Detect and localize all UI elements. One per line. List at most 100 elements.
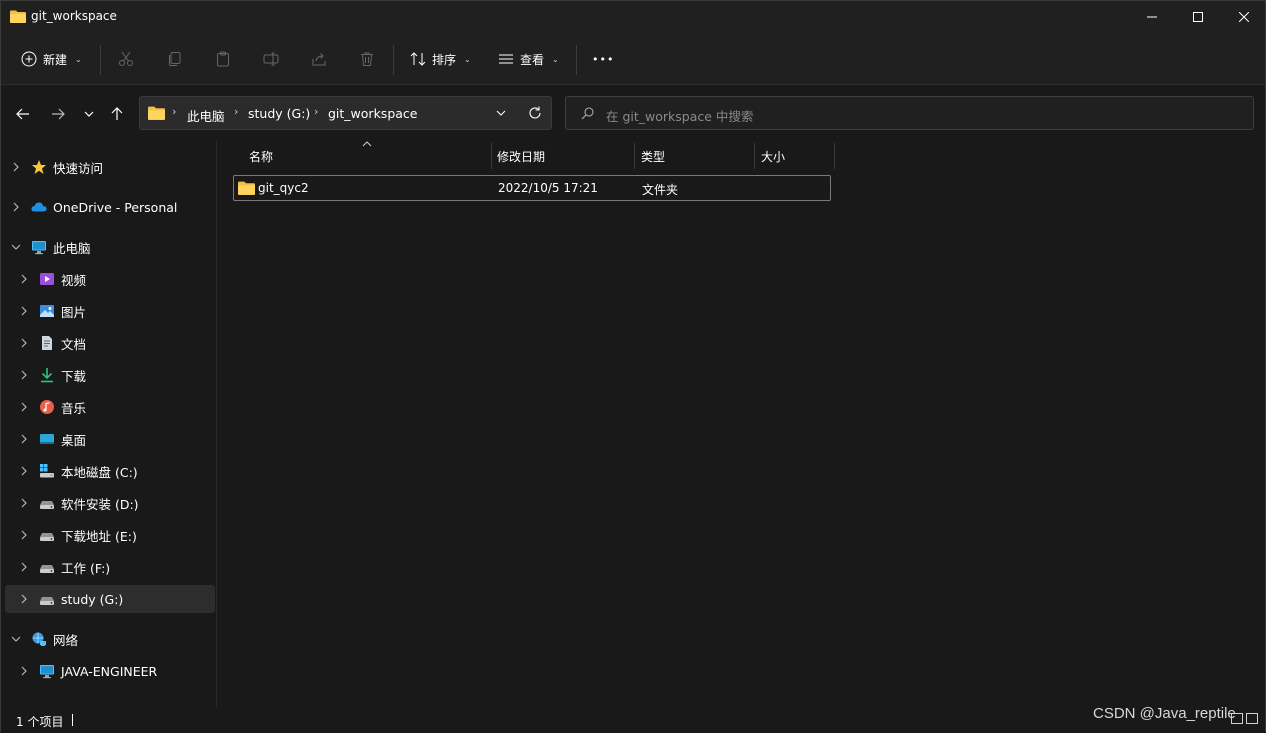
sidebar-item-label: 快速访问 — [53, 160, 104, 176]
breadcrumb-separator: › — [234, 105, 239, 118]
status-divider — [72, 714, 73, 726]
sidebar-item[interactable]: study (G:) — [5, 585, 215, 613]
view-list-icon — [499, 54, 513, 64]
chevron-right-icon[interactable] — [19, 306, 29, 316]
cut-button[interactable] — [118, 45, 134, 73]
folder-icon — [148, 106, 165, 120]
chevron-down-icon[interactable] — [11, 242, 21, 252]
recent-locations-button[interactable] — [77, 103, 101, 125]
navigation-row: › 此电脑 › study (G:) › git_workspace 在 git… — [1, 85, 1265, 141]
forward-button[interactable] — [46, 103, 70, 125]
file-name: git_qyc2 — [258, 181, 309, 195]
music-icon — [39, 399, 55, 415]
breadcrumb-study-drive[interactable]: study (G:) — [248, 106, 310, 121]
rename-button[interactable] — [263, 45, 279, 73]
sidebar-item-label: 桌面 — [61, 432, 87, 448]
chevron-right-icon[interactable] — [19, 466, 29, 476]
sidebar-item[interactable]: 此电脑 — [5, 233, 215, 261]
column-divider[interactable] — [834, 143, 835, 169]
cloud-icon — [31, 199, 47, 215]
chevron-right-icon[interactable] — [19, 370, 29, 380]
sidebar-item-label: study (G:) — [61, 591, 124, 607]
column-header-name[interactable]: 名称 — [249, 143, 273, 169]
chevron-right-icon[interactable] — [19, 530, 29, 540]
column-divider[interactable] — [634, 143, 635, 169]
column-divider[interactable] — [491, 143, 492, 169]
breadcrumb-git-workspace[interactable]: git_workspace — [328, 106, 417, 121]
more-options-button[interactable]: ••• — [592, 45, 614, 73]
sidebar-item[interactable]: 本地磁盘 (C:) — [5, 457, 215, 485]
watermark-text: CSDN @Java_reptile — [1093, 705, 1236, 722]
chevron-right-icon[interactable] — [19, 666, 29, 676]
sidebar-item[interactable]: 文档 — [5, 329, 215, 357]
address-bar[interactable]: › 此电脑 › study (G:) › git_workspace — [139, 96, 552, 130]
rename-icon — [263, 52, 279, 66]
chevron-down-icon[interactable] — [11, 634, 21, 644]
minimize-button[interactable] — [1129, 1, 1175, 33]
sidebar-item[interactable]: JAVA-ENGINEER — [5, 657, 215, 685]
maximize-button[interactable] — [1175, 1, 1221, 33]
sidebar-item-label: OneDrive - Personal — [53, 199, 178, 215]
chevron-right-icon[interactable] — [19, 562, 29, 572]
back-button[interactable] — [11, 103, 35, 125]
up-button[interactable] — [105, 103, 129, 125]
share-button[interactable] — [311, 45, 327, 73]
sidebar-item[interactable]: 视频 — [5, 265, 215, 293]
chevron-right-icon[interactable] — [19, 594, 29, 604]
close-button[interactable] — [1221, 1, 1266, 33]
computer-icon — [39, 663, 55, 679]
chevron-right-icon[interactable] — [19, 338, 29, 348]
minimize-icon — [1147, 16, 1157, 18]
sort-button[interactable]: 排序 ⌄ — [410, 45, 471, 73]
breadcrumb-this-pc[interactable]: 此电脑 — [187, 106, 225, 125]
picture-icon — [39, 303, 55, 319]
column-header-modified[interactable]: 修改日期 — [497, 143, 545, 169]
breadcrumb-separator: › — [172, 105, 177, 118]
chevron-right-icon[interactable] — [11, 162, 21, 172]
copy-button[interactable] — [167, 45, 183, 73]
chevron-right-icon[interactable] — [11, 202, 21, 212]
sidebar-item[interactable]: 桌面 — [5, 425, 215, 453]
close-icon — [1239, 12, 1249, 22]
delete-button[interactable] — [359, 45, 375, 73]
more-icon: ••• — [592, 52, 615, 66]
sort-label: 排序 — [432, 52, 457, 67]
share-icon — [312, 53, 326, 66]
large-icons-view-button[interactable] — [1246, 713, 1258, 724]
sort-icon — [410, 52, 426, 66]
divider — [576, 45, 577, 75]
chevron-right-icon[interactable] — [19, 434, 29, 444]
paste-button[interactable] — [215, 45, 231, 73]
paste-icon — [217, 51, 229, 67]
file-row[interactable]: git_qyc2 2022/10/5 17:21 文件夹 — [233, 175, 831, 201]
sidebar-item[interactable]: 网络 — [5, 625, 215, 653]
refresh-icon[interactable] — [528, 106, 542, 120]
sidebar-item-label: 图片 — [61, 304, 87, 320]
column-header-size[interactable]: 大小 — [761, 143, 785, 169]
column-header-type[interactable]: 类型 — [641, 143, 665, 169]
sidebar-item[interactable]: 工作 (F:) — [5, 553, 215, 581]
drive-icon — [39, 559, 55, 575]
search-box[interactable]: 在 git_workspace 中搜索 — [565, 96, 1254, 130]
chevron-right-icon[interactable] — [19, 402, 29, 412]
view-button[interactable]: 查看 ⌄ — [498, 45, 559, 73]
sidebar-item[interactable]: OneDrive - Personal — [5, 193, 215, 221]
network-icon — [31, 631, 47, 647]
new-button[interactable]: 新建 ⌄ — [21, 45, 82, 73]
chevron-right-icon[interactable] — [19, 274, 29, 284]
copy-icon — [169, 52, 181, 66]
file-list: 名称 修改日期 类型 大小 git_qyc2 2022/10/5 17:21 文… — [218, 141, 1265, 707]
chevron-down-icon: ⌄ — [464, 54, 471, 64]
document-icon — [39, 335, 55, 351]
sidebar-item[interactable]: 图片 — [5, 297, 215, 325]
sidebar-item[interactable]: 音乐 — [5, 393, 215, 421]
sidebar-item[interactable]: 下载地址 (E:) — [5, 521, 215, 549]
chevron-down-icon[interactable] — [496, 110, 506, 116]
sidebar-item[interactable]: 下载 — [5, 361, 215, 389]
column-divider[interactable] — [754, 143, 755, 169]
computer-icon — [31, 239, 47, 255]
sidebar-item[interactable]: 快速访问 — [5, 153, 215, 181]
chevron-right-icon[interactable] — [19, 498, 29, 508]
video-icon — [39, 271, 55, 287]
sidebar-item[interactable]: 软件安装 (D:) — [5, 489, 215, 517]
